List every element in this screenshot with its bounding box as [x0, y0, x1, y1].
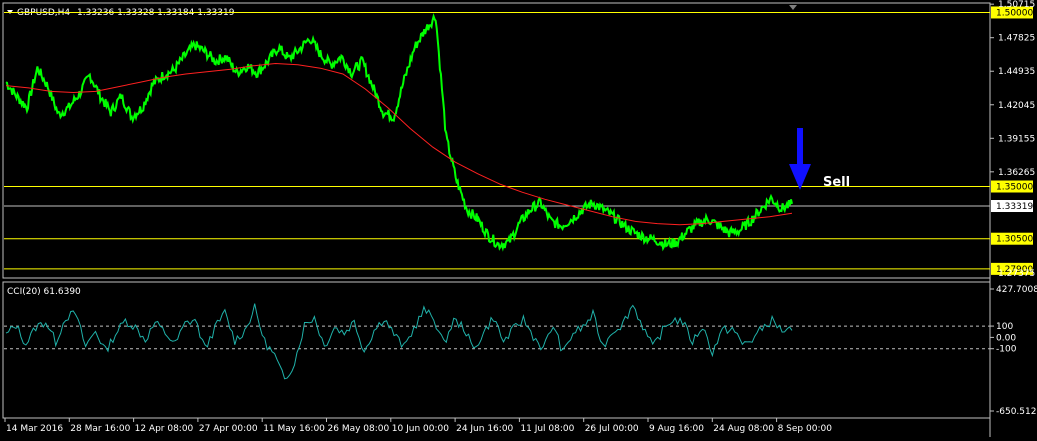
price-panel-frame: [2, 2, 991, 279]
indicator-label: CCI(20) 61.6390: [7, 287, 81, 297]
time-tick-label: 24 Jun 16:00: [456, 424, 513, 434]
time-tick-label: 28 Mar 16:00: [70, 424, 130, 434]
time-tick-label: 11 Jul 08:00: [520, 424, 574, 434]
indicator-panel-frame: [2, 281, 991, 419]
symbol-label: GBPUSD,H4: [17, 8, 70, 18]
price-tick-label: 1.27375: [998, 269, 1035, 279]
time-tick-label: 26 Jul 00:00: [585, 424, 639, 434]
time-axis: 14 Mar 2016 28 Mar 16:00 12 Apr 08:00 27 Ap…: [4, 418, 833, 434]
sell-arrow-icon: [789, 128, 811, 190]
price-tick-label: 1.42045: [998, 101, 1035, 111]
cci-tick-label: -650.5122: [996, 407, 1037, 417]
shift-marker-icon[interactable]: [789, 5, 797, 10]
time-tick-label: 12 Apr 08:00: [135, 424, 194, 434]
cci-tick-label: 100: [996, 322, 1013, 332]
price-tick-label: 1.50715: [998, 0, 1035, 10]
time-tick-label: 8 Sep 00:00: [778, 424, 833, 434]
time-tick-label: 9 Aug 16:00: [649, 424, 704, 434]
cci-chart: 427.7008 1000.00 -100 -650.5122: [4, 285, 1037, 417]
time-tick-label: 26 May 08:00: [328, 424, 390, 434]
time-tick-label: 24 Aug 08:00: [713, 424, 774, 434]
time-tick-label: 27 Apr 00:00: [199, 424, 258, 434]
price-level-label: 1.30500: [996, 235, 1033, 245]
ohlc-label: 1.33236 1.33328 1.33184 1.33319: [77, 8, 235, 18]
time-tick-label: 14 Mar 2016: [6, 424, 63, 434]
cci-tick-label: 0.00: [996, 333, 1016, 343]
time-tick-label: 11 May 16:00: [263, 424, 325, 434]
current-price-label: 1.33319: [996, 202, 1033, 212]
price-tick-label: 1.36265: [998, 168, 1035, 178]
chart-root: GBPUSD,H4 1.33236 1.33328 1.33184 1.3331…: [2, 0, 1037, 437]
price-lines: [5, 13, 793, 252]
sell-label: Sell: [823, 175, 850, 190]
cci-series-line: [5, 303, 793, 380]
price-level-label: 1.35000: [996, 183, 1033, 193]
ma-series-line: [5, 62, 793, 226]
cci-tick-label: 427.7008: [996, 285, 1037, 295]
price-tick-label: 1.39155: [998, 134, 1035, 144]
price-levels: 1.500001.350001.305001.279001.33319: [4, 6, 1033, 275]
cci-tick-label: -100: [996, 345, 1017, 355]
price-tick-label: 1.44935: [998, 67, 1035, 77]
price-tick-label: 1.47825: [998, 34, 1035, 44]
time-tick-label: 10 Jun 00:00: [392, 424, 449, 434]
price-series-line: [5, 13, 793, 252]
